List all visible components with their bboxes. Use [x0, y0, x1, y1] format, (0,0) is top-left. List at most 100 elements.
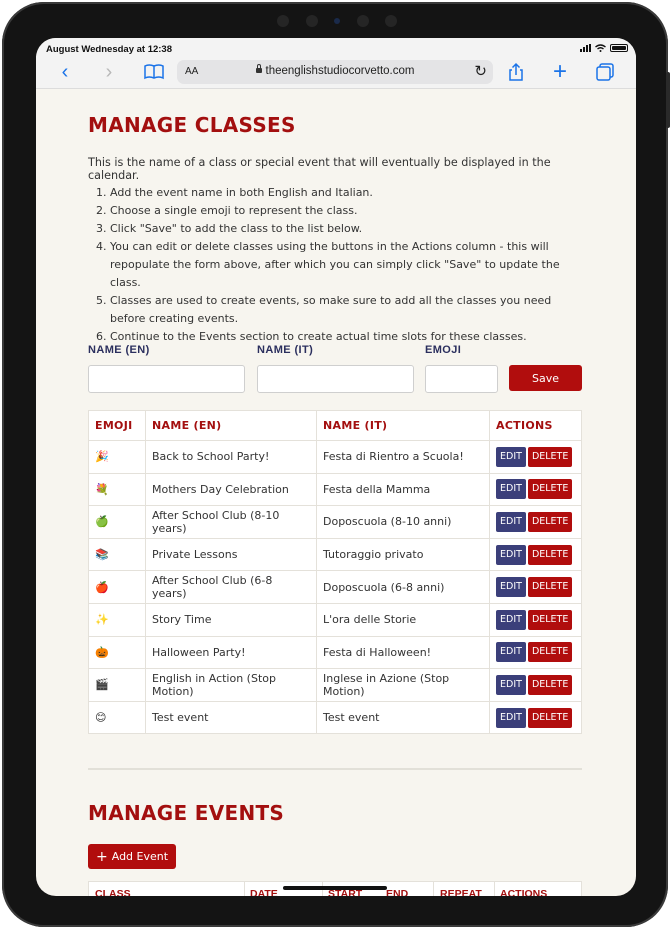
section-divider [88, 768, 582, 770]
class-name-en: English in Action (Stop Motion) [145, 668, 317, 702]
class-emoji: 😊 [88, 700, 146, 735]
share-icon[interactable] [505, 61, 527, 83]
class-emoji: 💐 [88, 472, 146, 507]
class-actions: EDIT DELETE [489, 472, 582, 507]
table-row: 🎬 English in Action (Stop Motion) Inglese … [88, 668, 582, 702]
column-header: ACTIONS [489, 410, 582, 441]
class-name-it: Doposcuola (8-10 anni) [316, 505, 490, 539]
class-emoji: ✨ [88, 602, 146, 637]
edit-button[interactable]: EDIT [496, 609, 526, 630]
delete-button[interactable]: DELETE [527, 707, 573, 728]
class-name-it: Test event [316, 700, 490, 735]
delete-button[interactable]: DELETE [527, 674, 573, 695]
table-row: ✨ Story Time L'ora delle Storie EDIT DELETE [88, 602, 582, 637]
table-row: 💐 Mothers Day Celebration Festa della Mamm… [88, 472, 582, 507]
class-emoji: 🎉 [88, 440, 146, 474]
plus-icon: + [96, 849, 108, 865]
class-emoji: 🍎 [88, 570, 146, 604]
url-bar[interactable]: AA theenglishstudiocorvetto.com ↻ [177, 60, 493, 84]
emoji-input[interactable] [425, 365, 498, 393]
signal-icon [580, 44, 591, 52]
manage-events-title: MANAGE EVENTS [88, 801, 285, 825]
class-actions: EDIT DELETE [489, 668, 582, 702]
side-button [666, 72, 670, 128]
name-en-label: NAME (EN) [88, 344, 150, 356]
instructions-list: Add the event name in both English and I… [88, 184, 580, 346]
instruction-item: Continue to the Events section to create… [110, 328, 580, 346]
class-emoji: 🎃 [88, 635, 146, 670]
edit-button[interactable]: EDIT [496, 642, 526, 663]
delete-button[interactable]: DELETE [527, 446, 573, 467]
name-en-input[interactable] [88, 365, 245, 393]
bookmarks-icon[interactable] [143, 61, 165, 83]
table-row: 🎃 Halloween Party! Festa di Halloween! EDIT… [88, 635, 582, 670]
column-header: CLASS [95, 888, 131, 896]
back-icon[interactable]: ‹ [54, 61, 76, 83]
edit-button[interactable]: EDIT [496, 511, 526, 532]
class-name-en: Private Lessons [145, 537, 317, 572]
delete-button[interactable]: DELETE [527, 544, 573, 565]
class-name-it: Festa di Rientro a Scuola! [316, 440, 490, 474]
screen: August Wednesday at 12:38 ‹ › AA theengl… [36, 38, 636, 896]
lock-icon [255, 64, 262, 73]
instruction-item: You can edit or delete classes using the… [110, 238, 580, 292]
class-name-en: Story Time [145, 602, 317, 637]
classes-table: EMOJI NAME (EN) NAME (IT) ACTIONS 🎉 Back … [88, 410, 582, 735]
class-emoji: 🎬 [88, 668, 146, 702]
table-row: 😊 Test event Test event EDIT DELETE [88, 700, 582, 735]
edit-button[interactable]: EDIT [496, 577, 526, 598]
class-actions: EDIT DELETE [489, 537, 582, 572]
class-emoji: 📚 [88, 537, 146, 572]
class-name-en: Back to School Party! [145, 440, 317, 474]
class-actions: EDIT DELETE [489, 602, 582, 637]
camera-bar [277, 12, 397, 30]
class-actions: EDIT DELETE [489, 635, 582, 670]
reload-icon[interactable]: ↻ [474, 62, 487, 80]
edit-button[interactable]: EDIT [496, 674, 526, 695]
column-header: REPEAT [440, 888, 482, 896]
edit-button[interactable]: EDIT [496, 479, 526, 500]
instruction-item: Classes are used to create events, so ma… [110, 292, 580, 328]
class-name-it: Doposcuola (6-8 anni) [316, 570, 490, 604]
delete-button[interactable]: DELETE [527, 479, 573, 500]
name-it-input[interactable] [257, 365, 414, 393]
status-time: August Wednesday at 12:38 [46, 44, 173, 55]
url-display: theenglishstudiocorvetto.com [177, 64, 493, 77]
delete-button[interactable]: DELETE [527, 609, 573, 630]
class-name-en: Halloween Party! [145, 635, 317, 670]
class-name-en: Test event [145, 700, 317, 735]
forward-icon[interactable]: › [98, 61, 120, 83]
class-name-it: Festa di Halloween! [316, 635, 490, 670]
edit-button[interactable]: EDIT [496, 446, 526, 467]
table-row: 🍏 After School Club (8-10 years) Doposcuol… [88, 505, 582, 539]
status-icons [580, 44, 628, 52]
camera-dot [385, 15, 397, 27]
camera-dot [356, 15, 369, 27]
save-button[interactable]: Save [509, 365, 582, 391]
intro-text: This is the name of a class or special e… [88, 156, 551, 182]
home-indicator[interactable] [283, 886, 387, 890]
table-row: 📚 Private Lessons Tutoraggio privato EDIT DE… [88, 537, 582, 572]
class-name-it: Tutoraggio privato [316, 537, 490, 572]
delete-button[interactable]: DELETE [527, 511, 573, 532]
name-it-label: NAME (IT) [257, 344, 314, 356]
delete-button[interactable]: DELETE [527, 642, 573, 663]
edit-button[interactable]: EDIT [496, 544, 526, 565]
new-tab-icon[interactable]: + [549, 60, 571, 84]
add-event-button[interactable]: + Add Event [88, 844, 177, 869]
delete-button[interactable]: DELETE [527, 577, 573, 598]
class-name-en: Mothers Day Celebration [145, 472, 317, 507]
class-actions: EDIT DELETE [489, 505, 582, 539]
column-header: DATE [250, 888, 278, 896]
class-name-en: After School Club (6-8 years) [145, 570, 317, 604]
class-name-it: Festa della Mamma [316, 472, 490, 507]
emoji-label: EMOJI [425, 344, 462, 356]
tabs-icon[interactable] [594, 61, 616, 83]
class-name-it: L'ora delle Storie [316, 602, 490, 637]
manage-classes-title: MANAGE CLASSES [88, 113, 296, 137]
column-header: END [386, 888, 409, 896]
edit-button[interactable]: EDIT [496, 707, 526, 728]
browser-toolbar: ‹ › AA theenglishstudiocorvetto.com ↻ + [36, 56, 636, 89]
column-header: EMOJI [88, 410, 146, 441]
wifi-icon [595, 44, 606, 52]
